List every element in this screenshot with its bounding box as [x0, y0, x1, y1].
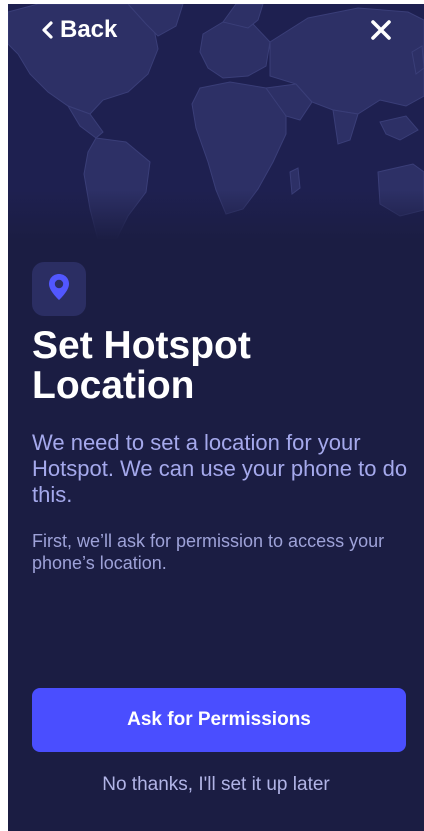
- page-title: Set Hotspot Location: [32, 324, 251, 407]
- close-button[interactable]: [368, 17, 394, 43]
- intro-text: We need to set a location for your Hotsp…: [32, 430, 408, 507]
- back-label: Back: [60, 16, 118, 43]
- set-location-panel: Back Set Hotspot Location We need to set…: [8, 4, 424, 831]
- location-pin-icon: [46, 272, 72, 307]
- close-icon: [368, 17, 394, 43]
- location-icon-tile: [32, 262, 86, 316]
- set-up-later-link[interactable]: No thanks, I'll set it up later: [8, 774, 424, 796]
- map-fade-overlay: [8, 190, 424, 240]
- screen: Back Set Hotspot Location We need to set…: [0, 0, 424, 831]
- ask-for-permissions-button[interactable]: Ask for Permissions: [32, 688, 406, 752]
- detail-text: First, we’ll ask for permission to acces…: [32, 531, 385, 573]
- back-button[interactable]: Back: [40, 16, 117, 44]
- chevron-left-icon: [40, 20, 54, 40]
